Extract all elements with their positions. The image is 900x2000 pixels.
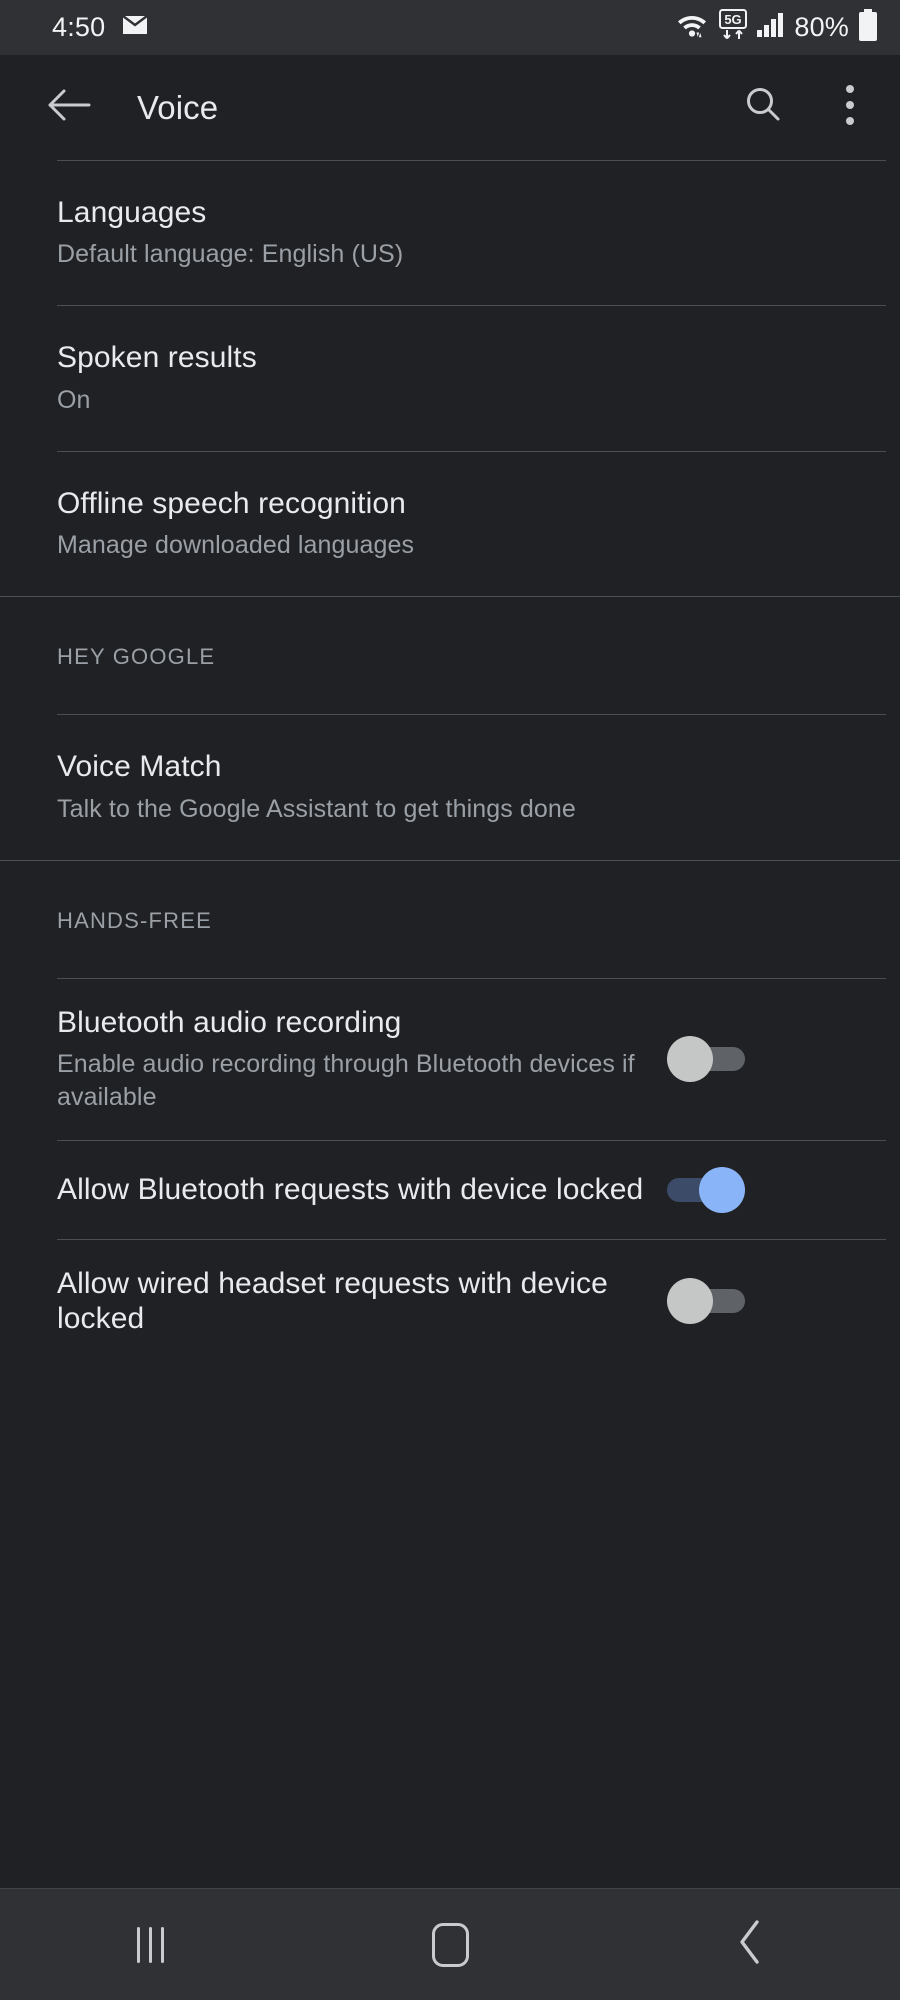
list-item-summary: Enable audio recording through Bluetooth… (57, 1048, 647, 1114)
status-bar: 4:50 5G (0, 0, 900, 55)
overflow-menu-button[interactable] (826, 77, 874, 139)
navigation-bar (0, 1888, 900, 2000)
phone-screen: 4:50 5G (0, 0, 900, 2000)
search-button[interactable] (732, 77, 794, 139)
chevron-left-icon (736, 1919, 764, 1970)
section-label: HEY GOOGLE (57, 644, 874, 670)
toggle-thumb (699, 1167, 745, 1213)
list-item-text: Voice Match Talk to the Google Assistant… (57, 749, 874, 825)
list-item-title: Allow Bluetooth requests with device loc… (57, 1172, 647, 1207)
toggle-thumb (667, 1036, 713, 1082)
section-header-hands-free: HANDS-FREE (0, 861, 900, 978)
signal-bars-icon (757, 13, 785, 42)
list-item-text: Bluetooth audio recording Enable audio r… (57, 1005, 657, 1114)
list-item-allow-bluetooth-requests[interactable]: Allow Bluetooth requests with device loc… (0, 1141, 900, 1239)
recents-icon (137, 1927, 164, 1963)
back-arrow-icon (47, 88, 91, 127)
list-item-bluetooth-audio-recording[interactable]: Bluetooth audio recording Enable audio r… (0, 979, 900, 1140)
list-item-title: Spoken results (57, 340, 864, 375)
list-item-summary: Default language: English (US) (57, 238, 864, 271)
toggle-allow-bluetooth-requests[interactable] (667, 1167, 745, 1213)
list-item-voice-match[interactable]: Voice Match Talk to the Google Assistant… (0, 715, 900, 859)
recents-button[interactable] (0, 1889, 300, 2000)
envelope-icon (122, 15, 148, 40)
5g-icon: 5G (718, 9, 748, 46)
list-item-text: Allow wired headset requests with device… (57, 1266, 657, 1337)
more-vertical-icon (844, 83, 856, 132)
svg-text:5G: 5G (725, 12, 742, 27)
list-item-title: Languages (57, 195, 864, 230)
section-header-hey-google: HEY GOOGLE (0, 597, 900, 714)
back-nav-button[interactable] (600, 1889, 900, 2000)
list-item-summary: On (57, 384, 864, 417)
toggle-thumb (667, 1278, 713, 1324)
list-item-text: Spoken results On (57, 340, 874, 416)
list-item-spoken-results[interactable]: Spoken results On (0, 306, 900, 450)
battery-percent-label: 80% (794, 12, 849, 43)
page-title: Voice (137, 89, 732, 127)
back-button[interactable] (38, 77, 100, 139)
list-item-text: Languages Default language: English (US) (57, 195, 874, 271)
list-item-text: Allow Bluetooth requests with device loc… (57, 1172, 657, 1207)
list-item-allow-wired-headset-requests[interactable]: Allow wired headset requests with device… (0, 1240, 900, 1363)
list-item-title: Offline speech recognition (57, 486, 864, 521)
status-bar-left: 4:50 (52, 12, 148, 43)
status-bar-right: 5G 80% (675, 9, 878, 46)
wifi-icon (675, 10, 709, 45)
app-bar: Voice (0, 55, 900, 160)
list-item-offline-speech-recognition[interactable]: Offline speech recognition Manage downlo… (0, 452, 900, 596)
list-item-title: Bluetooth audio recording (57, 1005, 647, 1040)
list-item-text: Offline speech recognition Manage downlo… (57, 486, 874, 562)
list-item-summary: Manage downloaded languages (57, 529, 864, 562)
status-clock: 4:50 (52, 12, 105, 43)
list-item-languages[interactable]: Languages Default language: English (US) (0, 161, 900, 305)
toggle-bluetooth-audio-recording[interactable] (667, 1036, 745, 1082)
list-item-summary: Talk to the Google Assistant to get thin… (57, 793, 864, 826)
list-item-title: Allow wired headset requests with device… (57, 1266, 647, 1337)
settings-list[interactable]: Languages Default language: English (US)… (0, 160, 900, 1888)
battery-icon (858, 9, 878, 46)
home-button[interactable] (300, 1889, 600, 2000)
search-icon (743, 85, 783, 130)
list-item-title: Voice Match (57, 749, 864, 784)
section-label: HANDS-FREE (57, 908, 874, 934)
home-icon (432, 1923, 469, 1967)
toggle-allow-wired-headset-requests[interactable] (667, 1278, 745, 1324)
